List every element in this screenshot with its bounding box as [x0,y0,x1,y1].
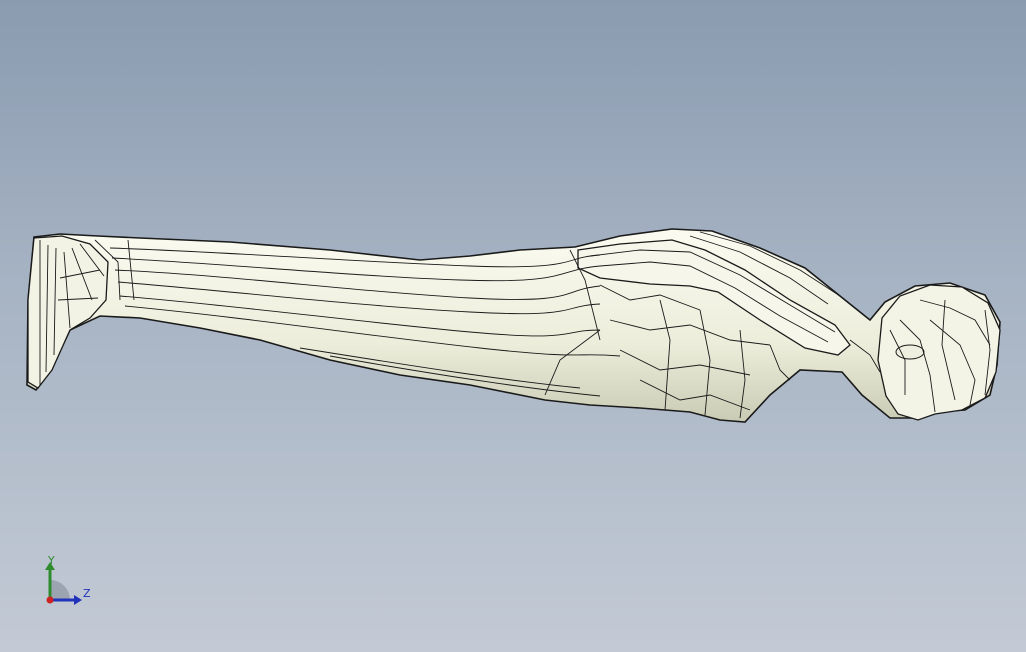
coordinate-triad: Y Z [36,550,106,614]
ear-detail [895,344,925,360]
triad-z-label: Z [83,587,91,600]
body-silhouette [26,228,1001,423]
human-body-model[interactable] [0,0,1026,652]
triad-y-label: Y [48,554,55,567]
graphics-viewport[interactable]: Y Z [0,0,1026,652]
triad-axes-icon [45,562,82,605]
